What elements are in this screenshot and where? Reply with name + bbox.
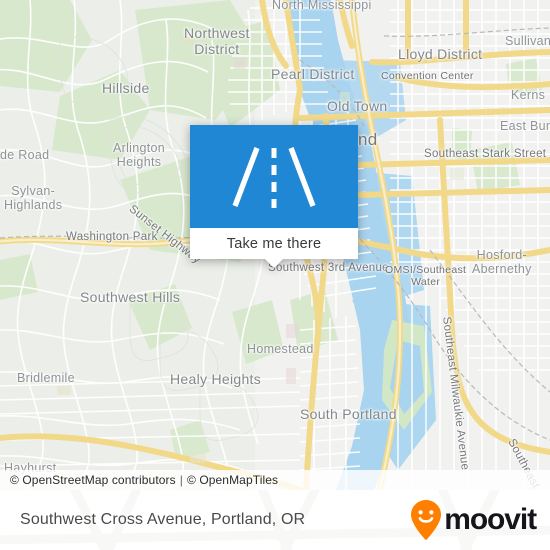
map-canvas[interactable]: North Mississippi Northwest District Lloyd … bbox=[0, 0, 550, 490]
map-attribution: © OpenStreetMap contributors | © OpenMap… bbox=[0, 470, 550, 490]
page-title: Southwest Cross Avenue, Portland, OR bbox=[20, 511, 306, 528]
moovit-logo[interactable]: moovit bbox=[410, 499, 537, 541]
take-me-there-label: Take me there bbox=[226, 235, 322, 252]
take-me-there-button[interactable]: Take me there bbox=[190, 228, 358, 259]
attribution-separator: | bbox=[179, 473, 183, 487]
footer-bar: Southwest Cross Avenue, Portland, OR moo… bbox=[0, 490, 550, 550]
popup-tail bbox=[265, 259, 283, 268]
attribution-osm[interactable]: © OpenStreetMap contributors bbox=[10, 473, 176, 487]
moovit-pin-icon bbox=[411, 500, 442, 540]
moovit-wordmark: moovit bbox=[444, 503, 537, 536]
map-popup-card[interactable]: Take me there bbox=[190, 125, 358, 268]
map-share-card: North Mississippi Northwest District Lloyd … bbox=[0, 0, 550, 550]
attribution-openmaptiles[interactable]: © OpenMapTiles bbox=[187, 473, 278, 487]
popup-icon-panel bbox=[190, 125, 358, 228]
road-icon bbox=[232, 146, 316, 208]
